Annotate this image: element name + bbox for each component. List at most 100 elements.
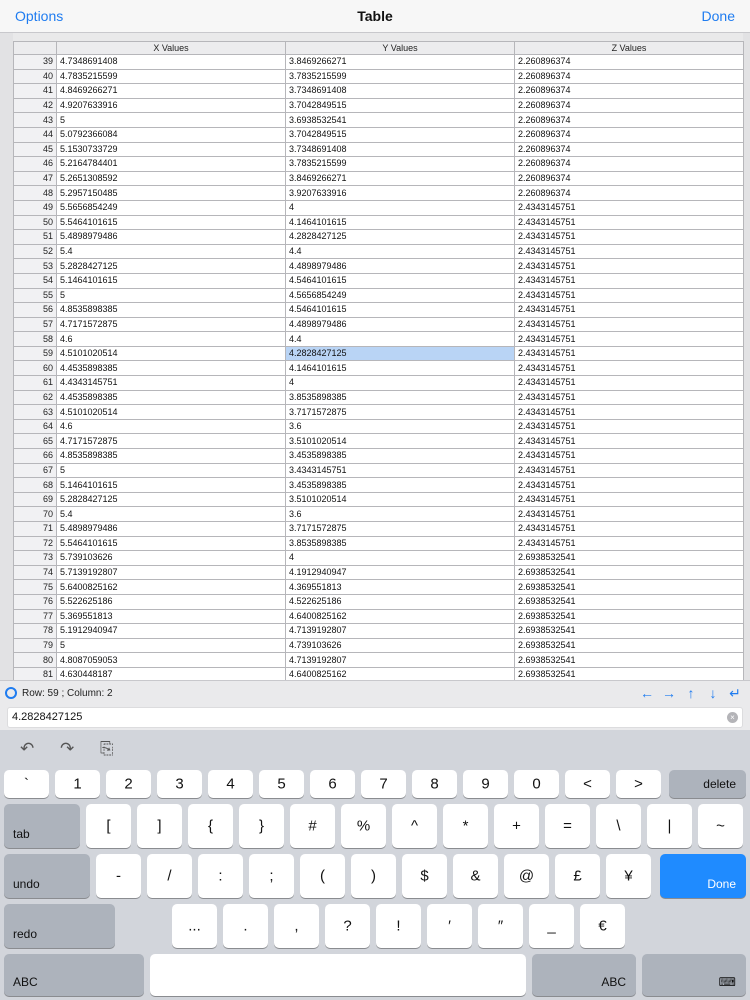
row-number-cell[interactable]: 74 bbox=[13, 564, 57, 581]
z-value-cell[interactable]: 2.4343145751 bbox=[514, 448, 744, 464]
y-value-cell[interactable]: 4.1464101615 bbox=[285, 360, 515, 377]
x-value-cell[interactable]: 5 bbox=[56, 637, 286, 654]
column-header-x[interactable]: X Values bbox=[56, 41, 286, 55]
clear-icon[interactable]: × bbox=[727, 712, 738, 723]
row-number-cell[interactable]: 39 bbox=[13, 54, 57, 70]
key-row3-9[interactable]: £ bbox=[555, 854, 600, 898]
z-value-cell[interactable]: 2.260896374 bbox=[514, 185, 744, 201]
z-value-cell[interactable]: 2.4343145751 bbox=[514, 316, 744, 333]
key-row2-10[interactable]: \ bbox=[596, 804, 641, 848]
key-row1-1[interactable]: 1 bbox=[55, 770, 100, 798]
x-value-cell[interactable]: 4.7171572875 bbox=[56, 316, 286, 333]
row-number-cell[interactable]: 63 bbox=[13, 404, 57, 420]
z-value-cell[interactable]: 2.4343145751 bbox=[514, 302, 744, 318]
z-value-cell[interactable]: 2.4343145751 bbox=[514, 491, 744, 508]
key-row1-2[interactable]: 2 bbox=[106, 770, 151, 798]
y-value-cell[interactable]: 3.7042849515 bbox=[285, 126, 515, 143]
key-row3-6[interactable]: $ bbox=[402, 854, 447, 898]
x-value-cell[interactable]: 5.2828427125 bbox=[56, 258, 286, 274]
key-row1-11[interactable]: < bbox=[565, 770, 610, 798]
y-value-cell[interactable]: 4.7139192807 bbox=[285, 623, 515, 639]
key-row1-10[interactable]: 0 bbox=[514, 770, 559, 798]
x-value-cell[interactable]: 4.6 bbox=[56, 331, 286, 347]
row-number-cell[interactable]: 75 bbox=[13, 579, 57, 595]
key-row2-2[interactable]: { bbox=[188, 804, 233, 848]
z-value-cell[interactable]: 2.6938532541 bbox=[514, 652, 744, 668]
y-value-cell[interactable]: 3.7348691408 bbox=[285, 83, 515, 99]
y-value-cell[interactable]: 4.6400825162 bbox=[285, 666, 515, 680]
delete-key[interactable]: delete bbox=[669, 770, 746, 798]
z-value-cell[interactable]: 2.260896374 bbox=[514, 141, 744, 158]
row-number-cell[interactable]: 47 bbox=[13, 170, 57, 187]
x-value-cell[interactable]: 5.4898979486 bbox=[56, 521, 286, 537]
x-value-cell[interactable]: 4.4535898385 bbox=[56, 360, 286, 377]
row-number-cell[interactable]: 72 bbox=[13, 535, 57, 552]
z-value-cell[interactable]: 2.4343145751 bbox=[514, 375, 744, 391]
undo-key[interactable]: undo bbox=[4, 854, 90, 898]
x-value-cell[interactable]: 4.6 bbox=[56, 418, 286, 435]
key-row1-3[interactable]: 3 bbox=[157, 770, 202, 798]
y-value-cell[interactable]: 3.4535898385 bbox=[285, 448, 515, 464]
key-row4-7[interactable]: _ bbox=[529, 904, 574, 948]
row-number-cell[interactable]: 64 bbox=[13, 418, 57, 435]
redo-icon[interactable]: ↷ bbox=[60, 739, 74, 759]
y-value-cell[interactable]: 3.8469266271 bbox=[285, 54, 515, 70]
x-value-cell[interactable]: 5 bbox=[56, 112, 286, 128]
row-number-cell[interactable]: 46 bbox=[13, 156, 57, 172]
y-value-cell[interactable]: 3.5101020514 bbox=[285, 491, 515, 508]
redo-key[interactable]: redo bbox=[4, 904, 115, 948]
z-value-cell[interactable]: 2.4343145751 bbox=[514, 258, 744, 274]
column-header-y[interactable]: Y Values bbox=[285, 41, 515, 55]
z-value-cell[interactable]: 2.260896374 bbox=[514, 156, 744, 172]
z-value-cell[interactable]: 2.260896374 bbox=[514, 97, 744, 114]
x-value-cell[interactable]: 4.8535898385 bbox=[56, 448, 286, 464]
z-value-cell[interactable]: 2.4343145751 bbox=[514, 199, 744, 216]
y-value-cell[interactable]: 4 bbox=[285, 199, 515, 216]
y-value-cell[interactable]: 4.739103626 bbox=[285, 637, 515, 654]
x-value-cell[interactable]: 4.4343145751 bbox=[56, 375, 286, 391]
key-row4-6[interactable]: ″ bbox=[478, 904, 523, 948]
x-value-cell[interactable]: 5.1530733729 bbox=[56, 141, 286, 158]
key-row1-8[interactable]: 8 bbox=[412, 770, 457, 798]
row-number-cell[interactable]: 73 bbox=[13, 550, 57, 566]
arrow-right-icon[interactable]: → bbox=[658, 685, 680, 701]
z-value-cell[interactable]: 2.6938532541 bbox=[514, 564, 744, 581]
z-value-cell[interactable]: 2.4343145751 bbox=[514, 272, 744, 289]
row-number-cell[interactable]: 77 bbox=[13, 608, 57, 625]
row-number-cell[interactable]: 53 bbox=[13, 258, 57, 274]
key-row4-1[interactable]: . bbox=[223, 904, 268, 948]
row-number-cell[interactable]: 49 bbox=[13, 199, 57, 216]
x-value-cell[interactable]: 5.1912940947 bbox=[56, 623, 286, 639]
z-value-cell[interactable]: 2.4343145751 bbox=[514, 229, 744, 245]
y-value-cell[interactable]: 4.1464101615 bbox=[285, 214, 515, 231]
space-key[interactable] bbox=[150, 954, 526, 996]
key-row2-0[interactable]: [ bbox=[86, 804, 131, 848]
x-value-cell[interactable]: 5.7139192807 bbox=[56, 564, 286, 581]
row-number-cell[interactable]: 60 bbox=[13, 360, 57, 377]
x-value-cell[interactable]: 5.4 bbox=[56, 506, 286, 522]
y-value-cell[interactable]: 4.5656854249 bbox=[285, 287, 515, 304]
key-row4-8[interactable]: € bbox=[580, 904, 625, 948]
z-value-cell[interactable]: 2.4343145751 bbox=[514, 477, 744, 493]
row-number-cell[interactable]: 44 bbox=[13, 126, 57, 143]
row-number-cell[interactable]: 50 bbox=[13, 214, 57, 231]
y-value-cell[interactable]: 4.7139192807 bbox=[285, 652, 515, 668]
z-value-cell[interactable]: 2.4343145751 bbox=[514, 404, 744, 420]
z-value-cell[interactable]: 2.4343145751 bbox=[514, 389, 744, 406]
key-row4-4[interactable]: ! bbox=[376, 904, 421, 948]
z-value-cell[interactable]: 2.6938532541 bbox=[514, 666, 744, 680]
x-value-cell[interactable]: 5.5464101615 bbox=[56, 214, 286, 231]
x-value-cell[interactable]: 4.4535898385 bbox=[56, 389, 286, 406]
y-value-cell[interactable]: 3.8535898385 bbox=[285, 389, 515, 406]
x-value-cell[interactable]: 5.4898979486 bbox=[56, 229, 286, 245]
row-number-cell[interactable]: 59 bbox=[13, 345, 57, 362]
x-value-cell[interactable]: 5.522625186 bbox=[56, 593, 286, 610]
z-value-cell[interactable]: 2.4343145751 bbox=[514, 535, 744, 552]
x-value-cell[interactable]: 5.1464101615 bbox=[56, 272, 286, 289]
key-row4-0[interactable]: ... bbox=[172, 904, 217, 948]
cell-value-input[interactable]: 4.2828427125 bbox=[7, 707, 743, 728]
row-number-cell[interactable]: 45 bbox=[13, 141, 57, 158]
x-value-cell[interactable]: 5.1464101615 bbox=[56, 477, 286, 493]
y-value-cell[interactable]: 4.5464101615 bbox=[285, 272, 515, 289]
tab-key[interactable]: tab bbox=[4, 804, 80, 848]
